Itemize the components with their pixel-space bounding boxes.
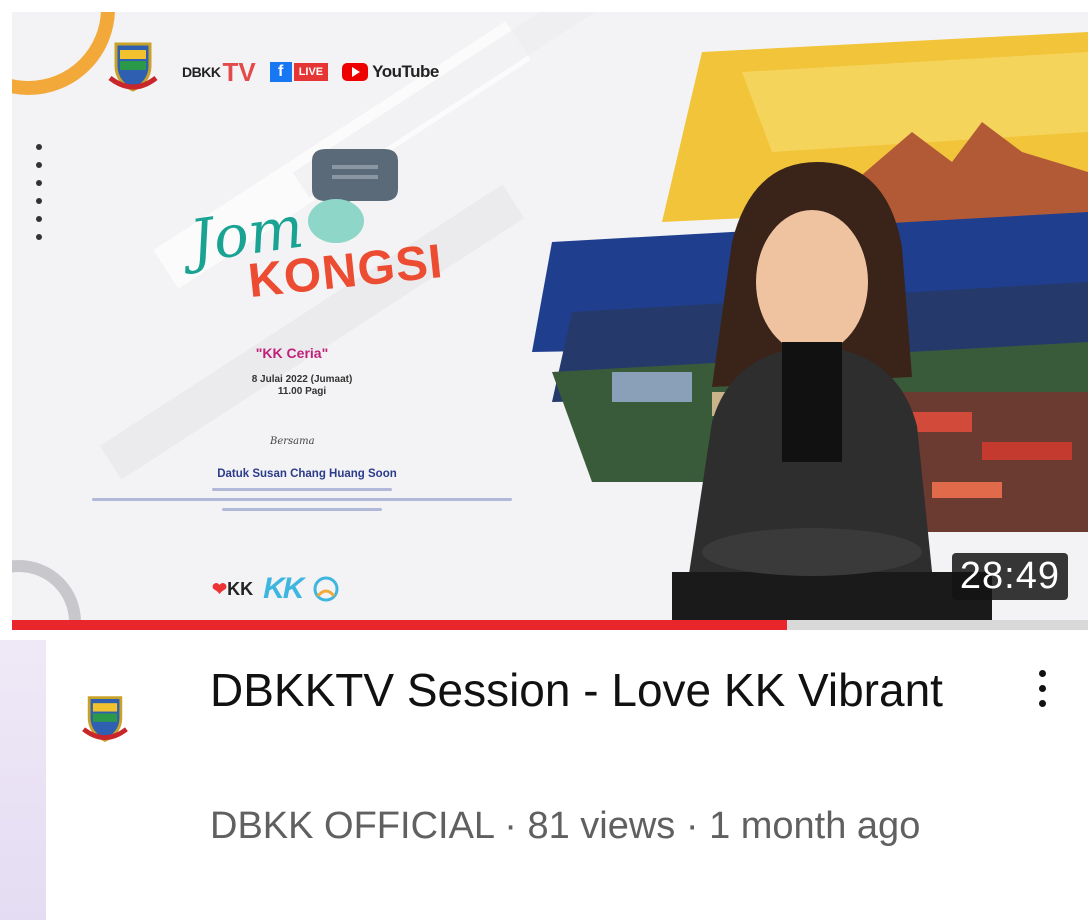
facebook-live-badge: f LIVE	[269, 62, 329, 82]
scenery-image	[532, 32, 1088, 620]
kk-logo: KK	[263, 572, 304, 605]
guest-subtitle-line	[212, 488, 392, 491]
more-vert-icon[interactable]	[1030, 670, 1054, 720]
love-kk-logo: ❤KK	[212, 578, 254, 599]
brand-tv: TV	[222, 56, 256, 87]
youtube-badge: YouTube	[342, 62, 439, 82]
sponsor-logos: ❤KK KK	[212, 572, 340, 606]
youtube-icon	[342, 63, 369, 81]
with-label: Bersama	[270, 436, 315, 447]
live-label: LIVE	[293, 63, 329, 81]
guest-subtitle-line	[222, 508, 382, 511]
video-title[interactable]: DBKKTV Session - Love KK Vibrant	[210, 660, 950, 720]
meta-separator: ·	[685, 805, 699, 847]
channel-avatar[interactable]	[78, 692, 132, 746]
channel-name[interactable]: DBKK OFFICIAL	[210, 805, 494, 847]
brand-bar: DBKK TV f LIVE YouTube	[182, 52, 439, 92]
facebook-icon: f	[269, 62, 292, 82]
upload-age: 1 month ago	[709, 805, 921, 847]
guest-name: Datuk Susan Chang Huang Soon	[217, 468, 397, 480]
anniversary-logo-icon	[313, 576, 339, 602]
guest-subtitle-line	[92, 498, 512, 501]
video-thumbnail[interactable]: DBKK TV f LIVE YouTube Jom KONGSI "KK Ce…	[12, 12, 1088, 620]
time-line: 11.00 Pagi	[277, 386, 327, 397]
brand-dbkk: DBKK	[182, 64, 221, 80]
dbkk-crest-icon	[108, 42, 158, 92]
background-tint	[0, 640, 46, 920]
decor-dots	[36, 144, 44, 252]
view-count: 81 views	[527, 805, 676, 847]
date-line: 8 Julai 2022 (Jumaat)	[251, 374, 353, 385]
video-metadata: DBKK OFFICIAL · 81 views · 1 month ago	[210, 800, 950, 852]
decor-ring	[12, 560, 81, 620]
meta-separator: ·	[504, 805, 517, 847]
decor-ring	[12, 12, 115, 95]
episode-title: "KK Ceria"	[255, 345, 329, 361]
chat-bubbles-icon	[308, 149, 398, 243]
youtube-label: YouTube	[372, 62, 439, 81]
watch-progress-bar	[12, 620, 1088, 630]
episode-date: 8 Julai 2022 (Jumaat) 11.00 Pagi	[202, 374, 402, 398]
video-card[interactable]: DBKK TV f LIVE YouTube Jom KONGSI "KK Ce…	[0, 0, 1088, 920]
duration-badge: 28:49	[951, 553, 1068, 600]
watch-progress-fill	[12, 620, 787, 630]
